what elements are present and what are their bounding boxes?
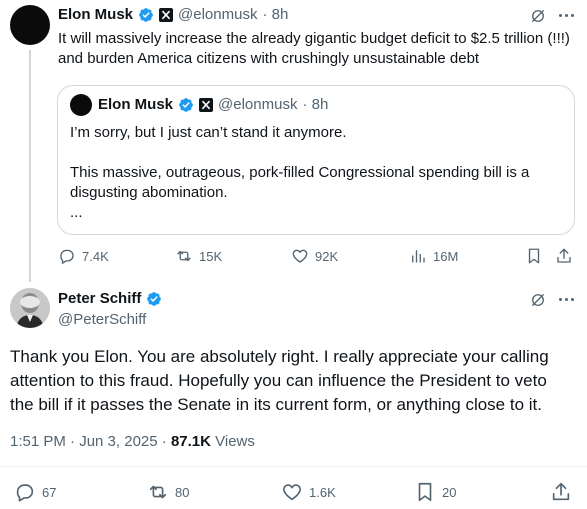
reply-button[interactable]: 7.4K [58, 247, 109, 265]
views-button[interactable]: 16M [409, 247, 458, 265]
repost-button[interactable]: 15K [175, 247, 222, 265]
heart-icon [292, 249, 308, 263]
bookmark-icon [418, 482, 432, 502]
reply-button[interactable]: 67 [14, 481, 56, 503]
parent-tweet-line-2: and burden America citizens with crushin… [58, 50, 480, 67]
quoted-line-3: disgusting abomination. [70, 184, 228, 201]
bookmark-icon[interactable] [525, 247, 543, 265]
reply-views-label: Views [215, 433, 255, 450]
reply-author-name[interactable]: Peter Schiff [58, 290, 141, 307]
quoted-tweet-header: Elon Musk @elonmusk · 8h [98, 96, 328, 113]
grok-icon[interactable] [529, 291, 547, 309]
like-button[interactable]: 92K [291, 247, 338, 265]
more-options-icon[interactable] [559, 14, 574, 17]
reply-text-line-3: the bill if it passes the Senate in its … [10, 395, 542, 414]
tweet-time[interactable]: · 8h [262, 6, 288, 23]
reply-icon [60, 249, 74, 264]
elon-avatar[interactable] [10, 5, 50, 45]
quoted-author-name: Elon Musk [98, 96, 174, 113]
parent-tweet-line-1: It will massively increase the already g… [58, 30, 570, 47]
views-count: 16M [433, 248, 459, 264]
verified-badge-icon [147, 291, 162, 306]
views-chart-icon [412, 250, 425, 263]
quoted-line-4: ... [70, 204, 83, 221]
parent-tweet-header: Elon Musk @elonmusk · 8h [58, 6, 288, 23]
quoted-elon-avatar [70, 94, 92, 116]
quoted-line-1: I’m sorry, but I just can’t stand it any… [70, 124, 347, 141]
author-name[interactable]: Elon Musk [58, 6, 133, 23]
like-count: 92K [315, 248, 339, 264]
like-button[interactable]: 1.6K [281, 481, 336, 503]
repost-icon [149, 485, 167, 499]
verified-badge-icon [179, 97, 193, 112]
portrait-image [10, 288, 50, 328]
quoted-line-2: This massive, outrageous, pork-filled Co… [70, 164, 530, 181]
repost-count: 80 [175, 484, 190, 500]
reply-count: 7.4K [82, 248, 109, 264]
share-icon[interactable] [555, 247, 573, 265]
author-handle[interactable]: @elonmusk [178, 6, 257, 23]
x-affiliate-icon [159, 7, 174, 22]
bookmark-count: 20 [442, 484, 457, 500]
quoted-tweet-time: · 8h [302, 96, 329, 113]
reply-text-line-1: Thank you Elon. You are absolutely right… [10, 347, 549, 366]
reply-meta-row: 1:51 PM · Jun 3, 2025 · 87.1K Views [10, 433, 255, 450]
reply-text-line-2: attention to this fraud. Hopefully you c… [10, 371, 547, 390]
repost-count: 15K [199, 248, 223, 264]
peter-schiff-avatar[interactable] [10, 288, 50, 328]
like-count: 1.6K [309, 484, 336, 500]
repost-button[interactable]: 80 [147, 481, 189, 503]
grok-icon[interactable] [529, 7, 547, 25]
share-button[interactable] [550, 481, 572, 503]
x-affiliate-icon [199, 97, 214, 112]
heart-icon [283, 484, 301, 501]
more-options-icon[interactable] [559, 298, 574, 301]
thread-connector-line [29, 50, 31, 282]
reply-tweet-header: Peter Schiff [58, 290, 162, 307]
share-icon [552, 482, 570, 501]
divider [0, 466, 587, 467]
reply-views-count: 87.1K [170, 433, 211, 450]
bookmark-button[interactable]: 20 [414, 481, 456, 503]
verified-badge-icon [139, 7, 153, 22]
reply-count: 67 [42, 484, 57, 500]
repost-icon [177, 250, 191, 262]
quoted-tweet-card[interactable]: Elon Musk @elonmusk · 8h I’m sorry, but … [57, 85, 575, 235]
reply-icon [16, 484, 34, 502]
reply-author-handle[interactable]: @PeterSchiff [58, 311, 146, 328]
reply-timestamp[interactable]: 1:51 PM · Jun 3, 2025 · [10, 433, 167, 450]
quoted-author-handle: @elonmusk [218, 96, 298, 113]
